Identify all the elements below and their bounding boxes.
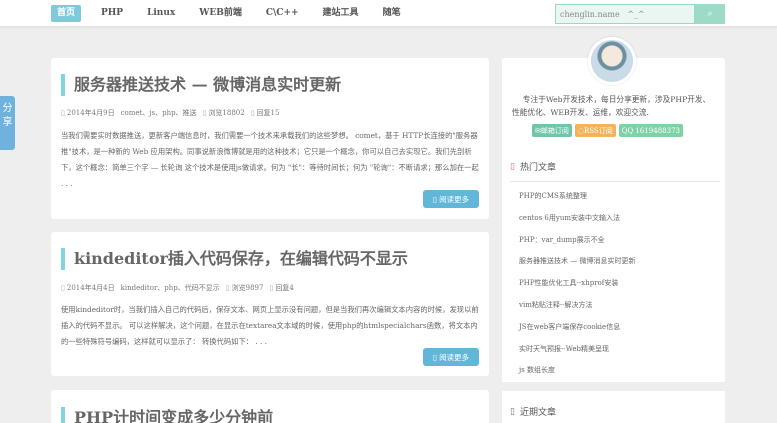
search-button[interactable]: ⌕ (695, 4, 725, 24)
post-replies[interactable]: 回复15 (251, 108, 280, 118)
recent-posts-label: 近期文章 (519, 408, 556, 418)
nav-item-linux[interactable]: Linux (141, 5, 181, 22)
subscribe-badges: ✉ 邮箱订阅 ◌ RSS订阅 QQ 1619488373 (532, 124, 683, 137)
post-card: 服务器推送技术 — 微博消息实时更新 2014年4月9日 comet、js、ph… (51, 58, 489, 219)
mail-subscribe-label: 邮箱订阅 (540, 126, 569, 135)
post-replies[interactable]: 回复4 (269, 283, 293, 293)
nav-item-site-tools[interactable]: 建站工具 (317, 5, 365, 22)
post-views: 浏览18802 (203, 108, 244, 118)
hot-post-link[interactable]: PHP性能优化工具--xhprof安装 (519, 273, 635, 295)
read-more-button[interactable]: ▯ 阅读更多 (423, 348, 479, 366)
post-card: kindeditor插入代码保存，在编辑代码不显示 2014年4月4日 kind… (51, 232, 489, 376)
hot-post-link[interactable]: 实时天气预报--Web精美呈现 (519, 339, 635, 361)
post-title[interactable]: 服务器推送技术 — 微博消息实时更新 (61, 74, 341, 96)
nav-item-web-frontend[interactable]: WEB前端 (193, 5, 248, 22)
qq-label: QQ 1619488373 (621, 126, 680, 135)
hot-posts-list: PHP的CMS系统整理 centos 6用yum安装中文输入法 PHP：var_… (519, 186, 635, 382)
post-card: PHP计时间变成多少分钟前 (51, 390, 489, 423)
divider (510, 181, 720, 182)
hot-posts-label: 热门文章 (519, 163, 556, 173)
nav-item-home[interactable]: 首页 (51, 5, 82, 22)
top-nav-bar: 首页 PHP Linux WEB前端 C\C++ 建站工具 随笔 ⌕ (0, 0, 777, 27)
search-input[interactable] (555, 4, 695, 24)
main-nav: 首页 PHP Linux WEB前端 C\C++ 建站工具 随笔 (51, 5, 419, 22)
hot-posts-title: ▯ 热门文章 (510, 160, 556, 174)
nav-item-php[interactable]: PHP (95, 5, 129, 22)
search-box: ⌕ (555, 4, 725, 24)
hot-post-link[interactable]: JS在web客户端保存cookie信息 (519, 317, 635, 339)
hot-post-link[interactable]: PHP：var_dump展示不全 (519, 230, 635, 252)
calendar-icon: ▯ (510, 406, 515, 417)
post-tags[interactable]: comet、js、php、推送 (121, 108, 197, 118)
search-icon: ⌕ (707, 9, 713, 19)
post-title[interactable]: kindeditor插入代码保存，在编辑代码不显示 (61, 248, 408, 270)
post-excerpt: 使用kindeditor时，当我们插入自己的代码后，保存文本、网页上显示没有问题… (61, 305, 479, 346)
rss-subscribe-label: RSS订阅 (583, 126, 613, 135)
nav-item-c-cpp[interactable]: C\C++ (260, 5, 305, 22)
document-icon: ▯ (432, 194, 438, 204)
hot-post-link[interactable]: PHP的CMS系统整理 (519, 186, 635, 208)
post-date: 2014年4月4日 (61, 283, 115, 293)
hot-post-link[interactable]: js 数组长度 (519, 360, 635, 382)
post-meta: 2014年4月9日 comet、js、php、推送 浏览18802 回复15 (61, 108, 280, 118)
read-more-button[interactable]: ▯ 阅读更多 (423, 190, 479, 208)
mail-subscribe-button[interactable]: ✉ 邮箱订阅 (532, 124, 572, 137)
post-date: 2014年4月9日 (61, 108, 115, 118)
share-label: 分享 (2, 103, 13, 128)
post-title[interactable]: PHP计时间变成多少分钟前 (61, 407, 273, 423)
read-more-label: 阅读更多 (439, 352, 470, 362)
bookmark-icon: ▯ (510, 161, 515, 172)
hot-post-link[interactable]: 服务器推送技术 — 微博消息实时更新 (519, 251, 635, 273)
nav-item-essays[interactable]: 随笔 (377, 5, 407, 22)
hot-post-link[interactable]: centos 6用yum安装中文输入法 (519, 208, 635, 230)
avatar (588, 37, 636, 85)
post-tags[interactable]: kindeditor、php、代码不显示 (121, 283, 220, 293)
post-views: 浏览9897 (226, 283, 264, 293)
post-excerpt: 当我们需要实时数据推送，更新客户端信息时，我们需要一个技术来承载我们的这些梦想。… (61, 131, 479, 188)
profile-description: 专注于Web开发技术，每日分享更新，涉及PHP开发、性能优化、WEB开发、运维，… (512, 95, 711, 117)
rss-subscribe-button[interactable]: ◌ RSS订阅 (574, 124, 616, 137)
hot-post-link[interactable]: vim粘贴注释--解决方法 (519, 295, 635, 317)
read-more-label: 阅读更多 (439, 194, 470, 204)
document-icon: ▯ (432, 352, 438, 362)
post-meta: 2014年4月4日 kindeditor、php、代码不显示 浏览9897 回复… (61, 283, 294, 293)
qq-contact-badge[interactable]: QQ 1619488373 (618, 124, 683, 137)
recent-posts-title: ▯ 近期文章 (510, 405, 556, 419)
share-tab[interactable]: 分享 (0, 96, 15, 150)
